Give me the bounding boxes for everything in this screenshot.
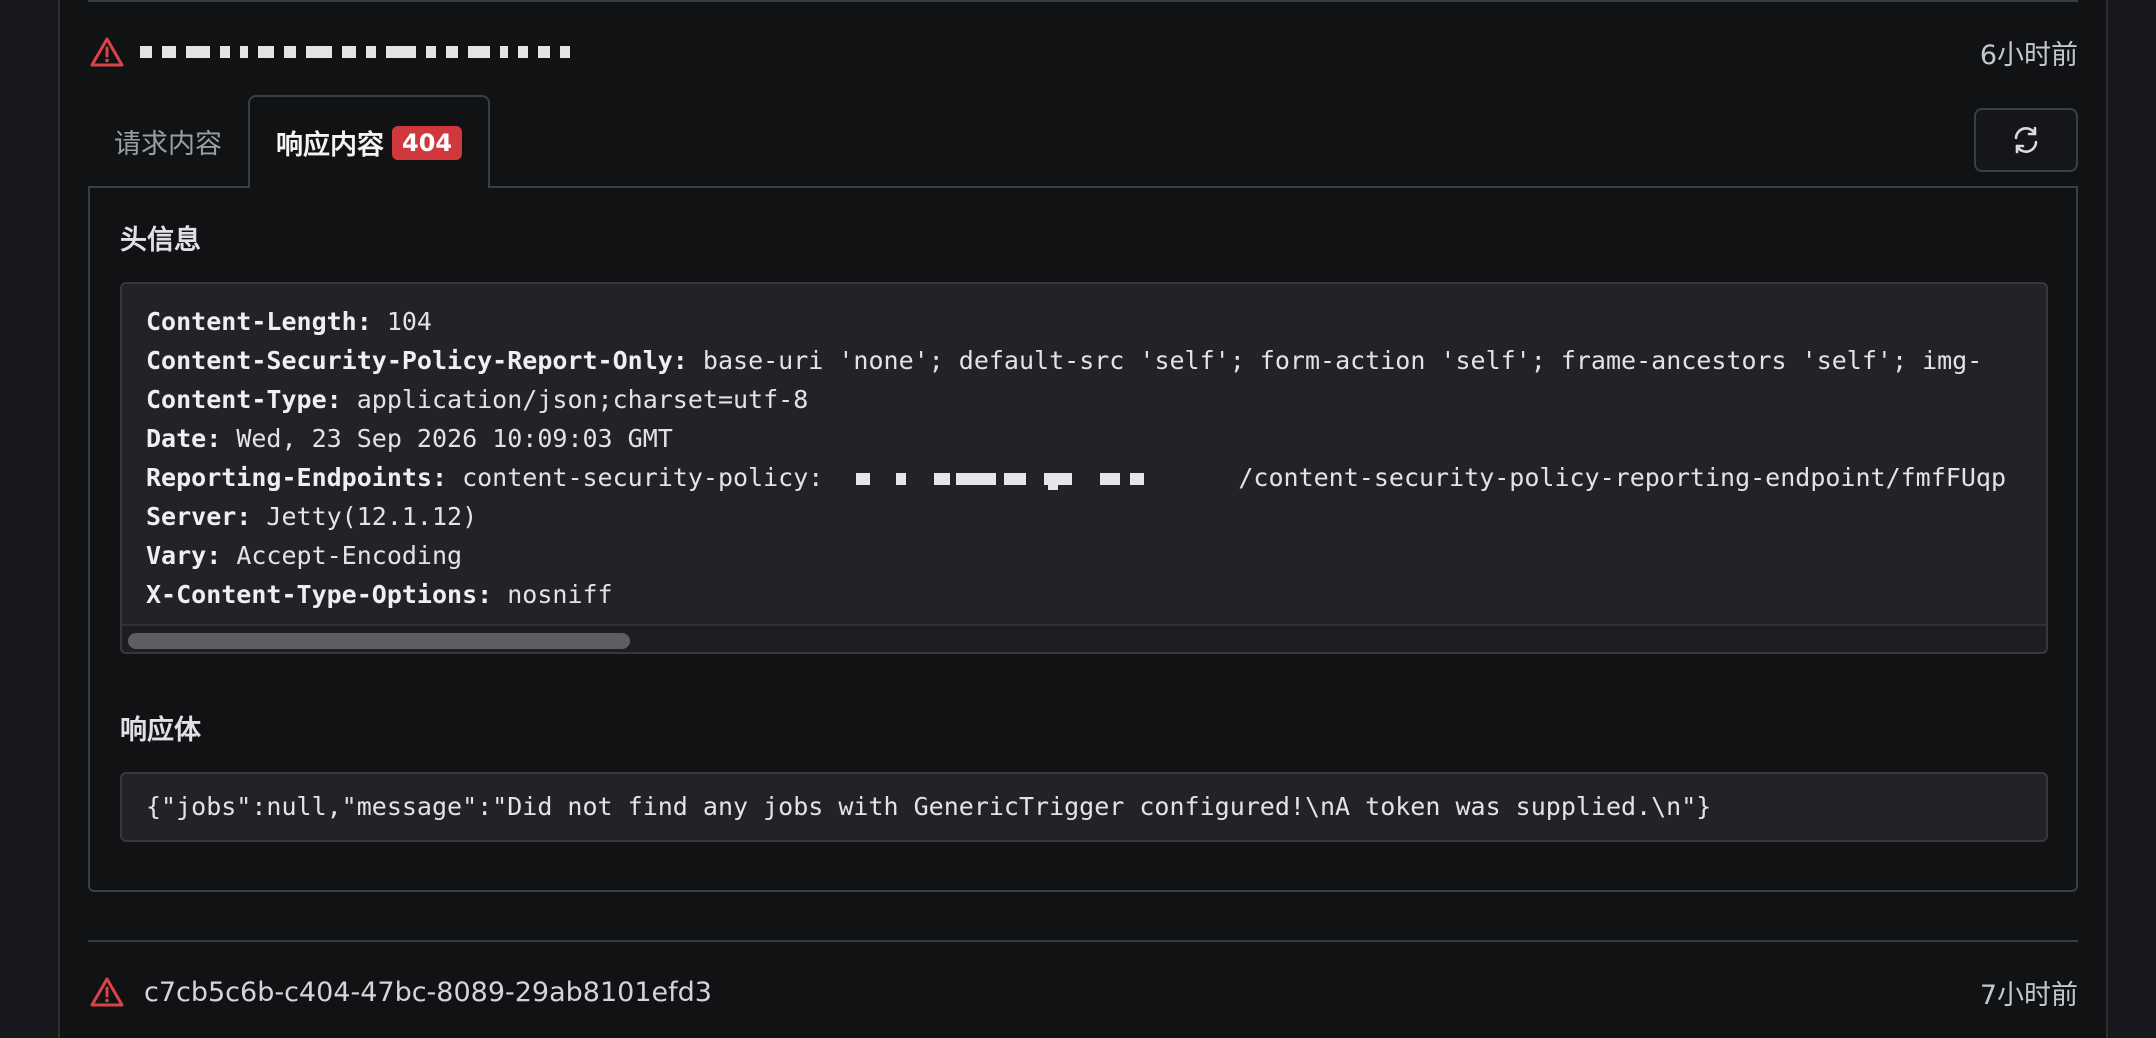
response-panel: 头信息 Content-Length: 104 Content-Security… xyxy=(88,186,2078,892)
delivery-header[interactable]: c7cb5c6b-c404-47bc-8089-29ab8101efd3 7小时… xyxy=(88,964,2078,1020)
header-line: Vary: Accept-Encoding xyxy=(146,541,463,570)
scrollbar-thumb[interactable] xyxy=(128,633,630,649)
divider xyxy=(88,0,2078,2)
delivery-time: 7小时前 xyxy=(1979,979,2078,1011)
response-body: {"jobs":null,"message":"Did not find any… xyxy=(146,792,1712,821)
header-lines: Content-Length: 104 Content-Security-Pol… xyxy=(122,284,2046,614)
tab-response[interactable]: 响应内容 404 xyxy=(248,95,491,188)
status-badge: 404 xyxy=(392,125,463,160)
body-code-block: {"jobs":null,"message":"Did not find any… xyxy=(120,772,2048,842)
header-line: Content-Security-Policy-Report-Only: bas… xyxy=(146,346,1983,375)
tab-label: 响应内容 xyxy=(276,130,384,161)
body-title: 响应体 xyxy=(120,715,201,746)
header-line: Reporting-Endpoints: content-security-po… xyxy=(146,463,2006,492)
delivery-id-redacted xyxy=(140,42,580,62)
divider xyxy=(88,940,2078,942)
redacted-url xyxy=(838,468,1238,490)
delivery-header[interactable]: 6小时前 xyxy=(88,24,2078,80)
delivery-time: 6小时前 xyxy=(1979,39,2078,71)
header-line: Content-Type: application/json;charset=u… xyxy=(146,385,809,414)
header-line: Content-Length: 104 xyxy=(146,307,432,336)
refresh-button[interactable] xyxy=(1974,108,2078,172)
horizontal-scrollbar[interactable] xyxy=(122,624,2046,652)
tab-request[interactable]: 请求内容 xyxy=(88,95,248,188)
detail-tabs: 请求内容 响应内容 404 xyxy=(88,95,491,188)
header-line: Server: Jetty(12.1.12) xyxy=(146,502,478,531)
refresh-icon xyxy=(2014,126,2038,154)
headers-title: 头信息 xyxy=(120,225,201,256)
tab-label: 请求内容 xyxy=(114,129,222,160)
warning-triangle-icon xyxy=(90,977,124,1007)
warning-triangle-icon xyxy=(90,37,124,67)
deliveries-panel: 6小时前 请求内容 响应内容 404 头信息 Content-Length: 1… xyxy=(58,0,2108,1038)
header-line: X-Content-Type-Options: nosniff xyxy=(146,580,613,609)
delivery-id: c7cb5c6b-c404-47bc-8089-29ab8101efd3 xyxy=(144,976,712,1008)
headers-code-block: Content-Length: 104 Content-Security-Pol… xyxy=(120,282,2048,654)
header-line: Date: Wed, 23 Sep 2026 10:09:03 GMT xyxy=(146,424,673,453)
